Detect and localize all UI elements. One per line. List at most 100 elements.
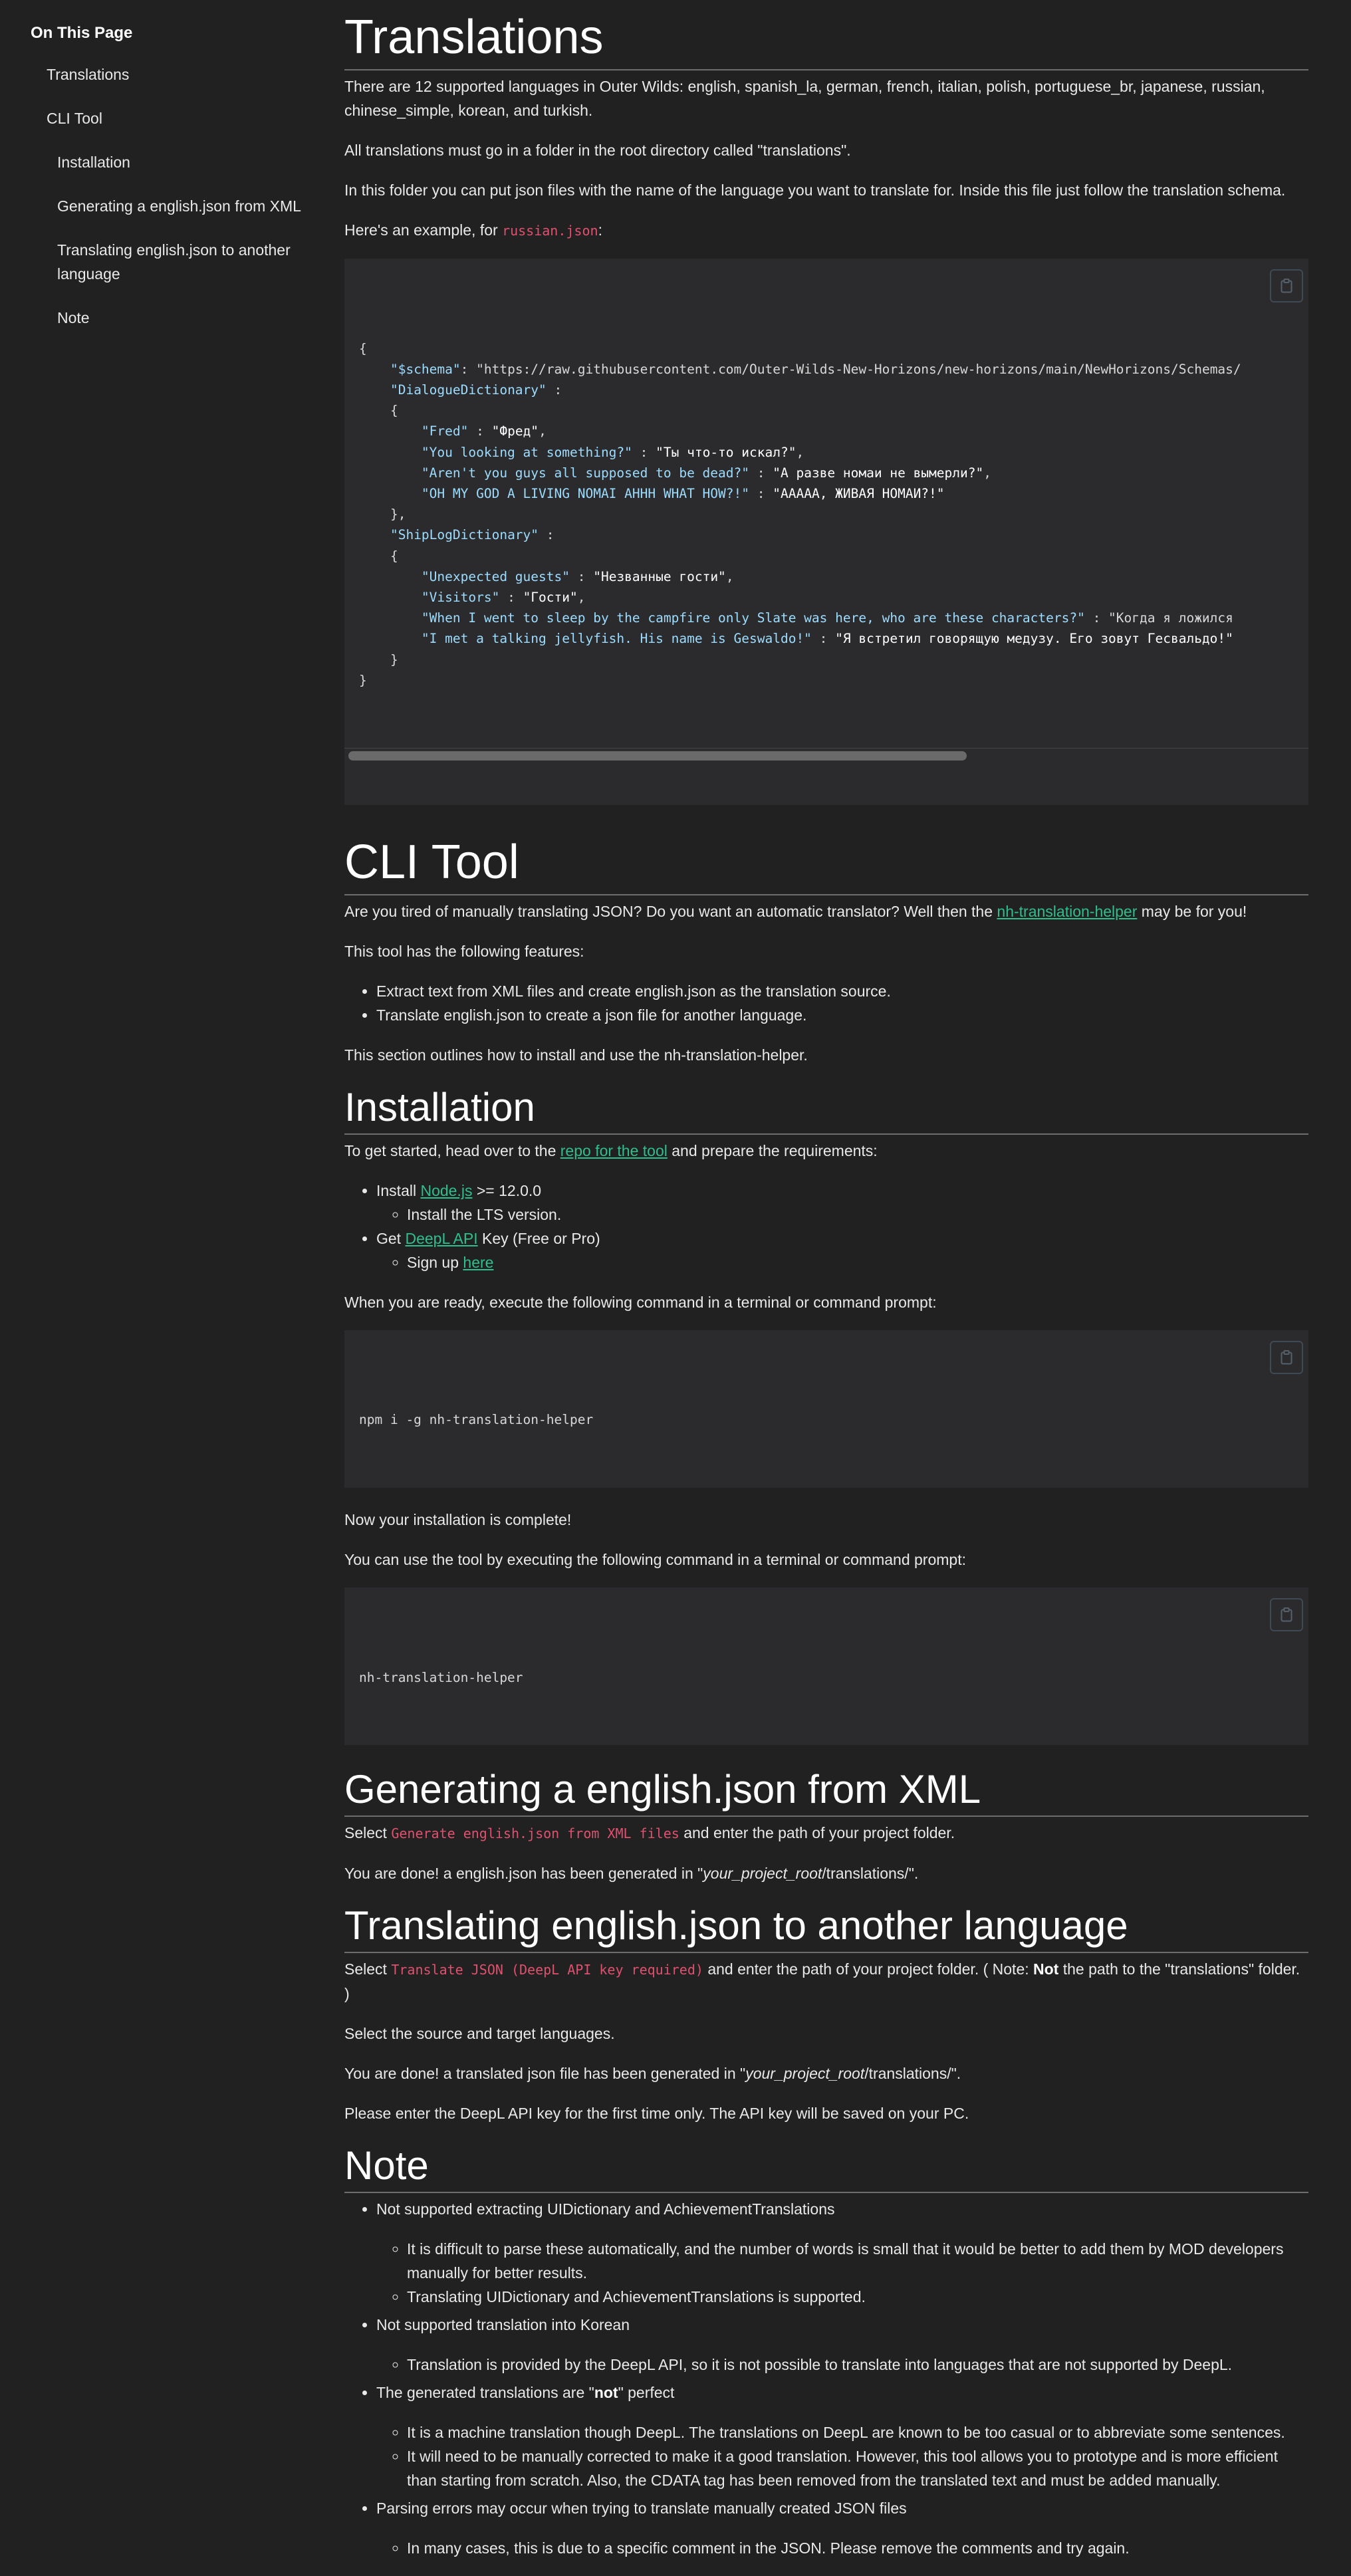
nodejs-link[interactable]: Node.js: [420, 1182, 472, 1199]
list-item: Translation is provided by the DeepL API…: [407, 2353, 1308, 2377]
requirements-list: Install Node.js >= 12.0.0 Install the LT…: [344, 1179, 1308, 1274]
signup-link[interactable]: here: [463, 1254, 493, 1271]
text: Not supported extracting UIDictionary an…: [376, 2200, 835, 2218]
text: Not supported translation into Korean: [376, 2316, 630, 2334]
text: You are done! a english.json has been ge…: [344, 1865, 703, 1883]
translating-languages: Select the source and target languages.: [344, 2025, 615, 2043]
inline-code: Generate english.json from XML files: [391, 1825, 679, 1842]
text: Sign up: [407, 1253, 463, 1271]
text: Install: [376, 1181, 421, 1199]
code-line: "ShipLogDictionary" :: [390, 527, 554, 543]
horizontal-scrollbar[interactable]: [344, 748, 1308, 764]
install-command-block[interactable]: npm i -g nh-translation-helper: [344, 1330, 1308, 1488]
text: The generated translations are "not" per…: [376, 2381, 1308, 2404]
list-item: It will need to be manually corrected to…: [407, 2444, 1308, 2492]
text: and enter the path of your project folde…: [679, 1824, 955, 1842]
emphasis: your_project_root: [745, 2065, 865, 2083]
text: To get started, head over to the: [344, 1141, 560, 1159]
feature-list: Extract text from XML files and create e…: [344, 979, 1308, 1027]
sidebar-item-installation[interactable]: Installation: [31, 150, 310, 174]
copy-button[interactable]: [1270, 1598, 1303, 1632]
emphasis: your_project_root: [703, 1865, 822, 1883]
text: Select: [344, 1960, 392, 1978]
bold-text: not: [594, 2384, 618, 2402]
sidebar-title: On This Page: [31, 24, 133, 42]
text: and enter the path of your project folde…: [703, 1960, 1034, 1978]
text: Parsing errors may occur when trying to …: [376, 2500, 907, 2517]
clipboard-icon: [1281, 279, 1292, 293]
list-item: Translating UIDictionary and Achievement…: [407, 2285, 1308, 2309]
list-item: It is difficult to parse these automatic…: [407, 2237, 1308, 2285]
list-item: Translate english.json to create a json …: [376, 1003, 1308, 1027]
text: Get: [376, 1229, 406, 1247]
text: You are done! a translated json file has…: [344, 2065, 746, 2083]
text: Here's an example, for: [344, 221, 503, 239]
code-content: nh-translation-helper: [359, 1669, 523, 1685]
clipboard-icon: [1281, 1349, 1292, 1365]
text: :: [598, 221, 602, 239]
translating-heading: Translating english.json to another lang…: [344, 1901, 1308, 1954]
code-line: }: [359, 672, 367, 688]
on-this-page-sidebar: On This Page Translations CLI Tool Insta…: [31, 20, 310, 350]
text: Select: [344, 1824, 392, 1842]
code-line: }: [359, 651, 398, 667]
cli-features-intro: This tool has the following features:: [344, 942, 584, 960]
translating-api-key: Please enter the DeepL API key for the f…: [344, 2105, 969, 2123]
code-line: },: [359, 507, 406, 523]
list-item: Sign up here: [407, 1250, 1308, 1274]
list-item: Install Node.js >= 12.0.0 Install the LT…: [376, 1179, 1308, 1227]
list-item: In many cases, this is due to a specific…: [407, 2536, 1308, 2560]
generating-heading: Generating a english.json from XML: [344, 1765, 1308, 1817]
list-item: It is a machine translation though DeepL…: [407, 2420, 1308, 2444]
generating-done: You are done! a english.json has been ge…: [344, 1861, 1308, 1885]
cli-intro: Are you tired of manually translating JS…: [344, 899, 1308, 923]
repo-link[interactable]: repo for the tool: [560, 1142, 668, 1159]
nh-translation-helper-link[interactable]: nh-translation-helper: [997, 903, 1137, 920]
code-line: {: [359, 403, 398, 419]
copy-button[interactable]: [1270, 269, 1303, 302]
json-code-block[interactable]: { "$schema": "https://raw.githubusercont…: [344, 259, 1308, 805]
translations-paragraph: All translations must go in a folder in …: [344, 142, 851, 159]
generating-step: Select Generate english.json from XML fi…: [344, 1821, 1308, 1845]
note-list: Not supported extracting UIDictionary an…: [344, 2197, 1308, 2560]
list-item: Install the LTS version.: [407, 1203, 1308, 1227]
installation-command-intro: When you are ready, execute the followin…: [344, 1293, 937, 1311]
installation-complete: Now your installation is complete!: [344, 1511, 572, 1529]
code-line: "Aren't you guys all supposed to be dead…: [421, 465, 991, 481]
code-line: "$schema": "https://raw.githubuserconten…: [390, 361, 1241, 377]
sidebar-item-note[interactable]: Note: [31, 306, 310, 330]
text: Are you tired of manually translating JS…: [344, 902, 997, 920]
text: may be for you!: [1137, 902, 1247, 920]
code-content: npm i -g nh-translation-helper: [359, 1412, 594, 1428]
translating-done: You are done! a translated json file has…: [344, 2061, 1308, 2085]
sidebar-item-generating[interactable]: Generating a english.json from XML: [31, 194, 310, 218]
list-item: Extract text from XML files and create e…: [376, 979, 1308, 1003]
copy-button[interactable]: [1270, 1340, 1303, 1374]
cli-tool-heading: CLI Tool: [344, 825, 1308, 895]
code-line: {: [359, 548, 398, 564]
text: The generated translations are ": [376, 2384, 594, 2402]
translations-example-intro: Here's an example, for russian.json:: [344, 218, 1308, 243]
scrollbar-thumb[interactable]: [348, 751, 967, 761]
sidebar-item-translations[interactable]: Translations: [31, 62, 310, 86]
list-item: Not supported extracting UIDictionary an…: [376, 2197, 1308, 2309]
text: /translations/".: [822, 1865, 919, 1883]
sidebar-item-cli-tool[interactable]: CLI Tool: [31, 106, 310, 130]
code-line: "Unexpected guests" : "Незванные гости",: [421, 568, 734, 584]
sidebar-item-translating[interactable]: Translating english.json to another lang…: [31, 238, 310, 286]
code-line: "DialogueDictionary" :: [390, 382, 562, 398]
main-content: Translations There are 12 supported lang…: [344, 0, 1308, 2576]
code-line: "You looking at something?" : "Ты что-то…: [421, 444, 804, 460]
inline-code: russian.json: [502, 223, 598, 239]
text: Key (Free or Pro): [477, 1229, 600, 1247]
run-command-block[interactable]: nh-translation-helper: [344, 1587, 1308, 1746]
clipboard-icon: [1281, 1607, 1292, 1622]
deepl-api-link[interactable]: DeepL API: [405, 1230, 477, 1247]
list-item: Parsing errors may occur when trying to …: [376, 2496, 1308, 2560]
translations-paragraph: In this folder you can put json files wi…: [344, 181, 1286, 199]
text: and prepare the requirements:: [667, 1141, 878, 1159]
list-item: The generated translations are "not" per…: [376, 2381, 1308, 2492]
note-heading: Note: [344, 2141, 1308, 2194]
list-item: Get DeepL API Key (Free or Pro) Sign up …: [376, 1227, 1308, 1274]
inline-code: Translate JSON (DeepL API key required): [391, 1962, 703, 1978]
